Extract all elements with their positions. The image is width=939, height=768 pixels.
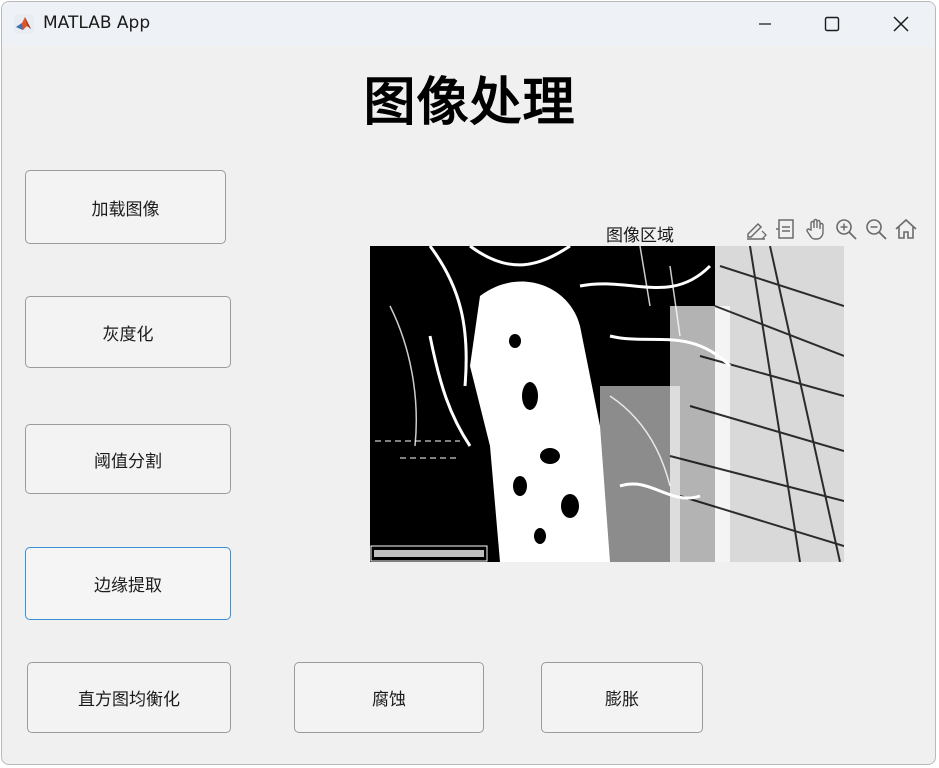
zoom-out-icon xyxy=(866,219,887,240)
zoom-in-icon xyxy=(836,219,857,240)
dilate-button[interactable]: 膨胀 xyxy=(541,662,703,733)
edge-extract-button[interactable]: 边缘提取 xyxy=(25,547,231,620)
grayscale-button[interactable]: 灰度化 xyxy=(25,296,231,368)
maximize-button[interactable] xyxy=(799,2,865,46)
title-bar: MATLAB App xyxy=(2,2,935,46)
pan-hand-icon xyxy=(806,218,824,240)
minimize-icon xyxy=(759,23,771,25)
threshold-button[interactable]: 阈值分割 xyxy=(25,424,231,494)
home-icon xyxy=(895,218,917,239)
load-image-button[interactable]: 加载图像 xyxy=(25,170,226,244)
app-window: MATLAB App 图像处理 加载图像 灰度化 阈值分割 边缘提取 直方图均衡… xyxy=(1,1,936,765)
maximize-icon xyxy=(824,16,840,32)
zoom-out-button[interactable] xyxy=(862,214,890,244)
pan-button[interactable] xyxy=(802,214,830,244)
window-title: MATLAB App xyxy=(43,13,151,33)
axes-toolbar xyxy=(742,214,920,244)
histogram-equalization-button[interactable]: 直方图均衡化 xyxy=(27,662,231,733)
data-tip-icon xyxy=(776,219,794,239)
home-button[interactable] xyxy=(892,214,920,244)
axes-title: 图像区域 xyxy=(606,226,674,246)
brush-button[interactable] xyxy=(742,214,770,244)
data-tip-button[interactable] xyxy=(772,214,800,244)
edge-image xyxy=(370,246,844,562)
matlab-logo-icon xyxy=(14,14,34,34)
brush-icon xyxy=(747,222,767,240)
close-icon xyxy=(893,16,909,32)
erode-button[interactable]: 腐蚀 xyxy=(294,662,484,733)
page-title: 图像处理 xyxy=(363,73,576,133)
image-axes[interactable] xyxy=(370,246,844,562)
close-button[interactable] xyxy=(868,2,934,46)
zoom-in-button[interactable] xyxy=(832,214,860,244)
minimize-button[interactable] xyxy=(732,2,798,46)
